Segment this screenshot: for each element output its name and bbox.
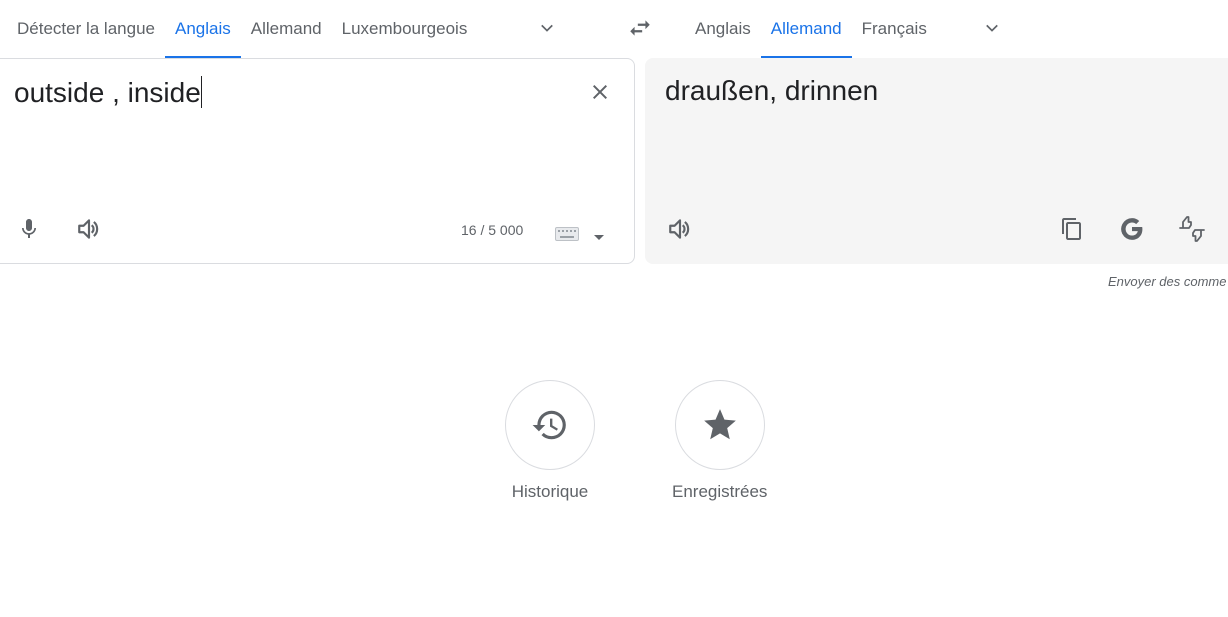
source-text-value: outside , inside bbox=[14, 77, 201, 108]
speaker-icon bbox=[78, 219, 99, 239]
source-language-bar: Détecter la langue Anglais Allemand Luxe… bbox=[0, 0, 477, 58]
star-icon bbox=[703, 409, 736, 440]
text-caret bbox=[200, 76, 202, 108]
keyboard-icon bbox=[555, 227, 579, 241]
saved-label: Enregistrées bbox=[672, 482, 768, 501]
history-icon bbox=[532, 410, 566, 440]
tab-detect-language[interactable]: Détecter la langue bbox=[7, 0, 165, 58]
character-count: 16 / 5 000 bbox=[461, 222, 524, 238]
tab-target-english[interactable]: Anglais bbox=[685, 0, 761, 58]
listen-translation-button[interactable] bbox=[662, 211, 698, 247]
close-icon bbox=[593, 85, 607, 99]
tab-source-english[interactable]: Anglais bbox=[164, 0, 241, 58]
swap-languages-button[interactable] bbox=[624, 12, 656, 44]
saved-shortcut[interactable]: Enregistrées bbox=[672, 380, 767, 502]
input-tools-dropdown[interactable] bbox=[594, 229, 604, 240]
copy-translation-button[interactable] bbox=[1054, 211, 1090, 247]
target-language-bar: Anglais Allemand Français bbox=[685, 0, 937, 58]
copy-icon bbox=[1062, 218, 1081, 240]
tab-source-luxembourgish[interactable]: Luxembourgeois bbox=[332, 0, 478, 58]
saved-button[interactable] bbox=[674, 380, 765, 470]
chevron-down-icon bbox=[541, 24, 553, 32]
send-feedback-link[interactable]: Envoyer des comme bbox=[1108, 274, 1227, 289]
speaker-icon bbox=[669, 219, 690, 239]
clear-source-button[interactable] bbox=[588, 80, 612, 104]
source-text-input[interactable]: outside , inside bbox=[14, 76, 202, 109]
history-label: Historique bbox=[511, 482, 589, 501]
tab-target-german[interactable]: Allemand bbox=[760, 0, 852, 58]
tab-source-german[interactable]: Allemand bbox=[241, 0, 332, 58]
tab-target-french[interactable]: Français bbox=[852, 0, 937, 58]
listen-source-button[interactable] bbox=[71, 211, 107, 247]
source-text-panel: outside , inside 16 / 5 000 bbox=[0, 58, 635, 264]
chevron-down-icon bbox=[986, 24, 998, 32]
history-button[interactable] bbox=[505, 380, 595, 470]
virtual-keyboard-button[interactable] bbox=[555, 227, 579, 241]
history-shortcut[interactable]: Historique bbox=[505, 380, 595, 502]
translation-panel: draußen, drinnen bbox=[645, 58, 1228, 264]
google-g-icon bbox=[1121, 218, 1143, 240]
swap-arrows-icon bbox=[630, 20, 650, 36]
voice-input-button[interactable] bbox=[11, 211, 47, 247]
translation-text: draußen, drinnen bbox=[665, 75, 879, 106]
rate-translation-button[interactable] bbox=[1174, 211, 1210, 247]
target-more-languages-button[interactable] bbox=[978, 14, 1006, 42]
microphone-icon bbox=[22, 219, 36, 238]
google-search-button[interactable] bbox=[1114, 211, 1150, 247]
thumbs-rate-icon bbox=[1179, 216, 1205, 242]
caret-down-icon bbox=[594, 235, 604, 240]
source-more-languages-button[interactable] bbox=[533, 14, 561, 42]
